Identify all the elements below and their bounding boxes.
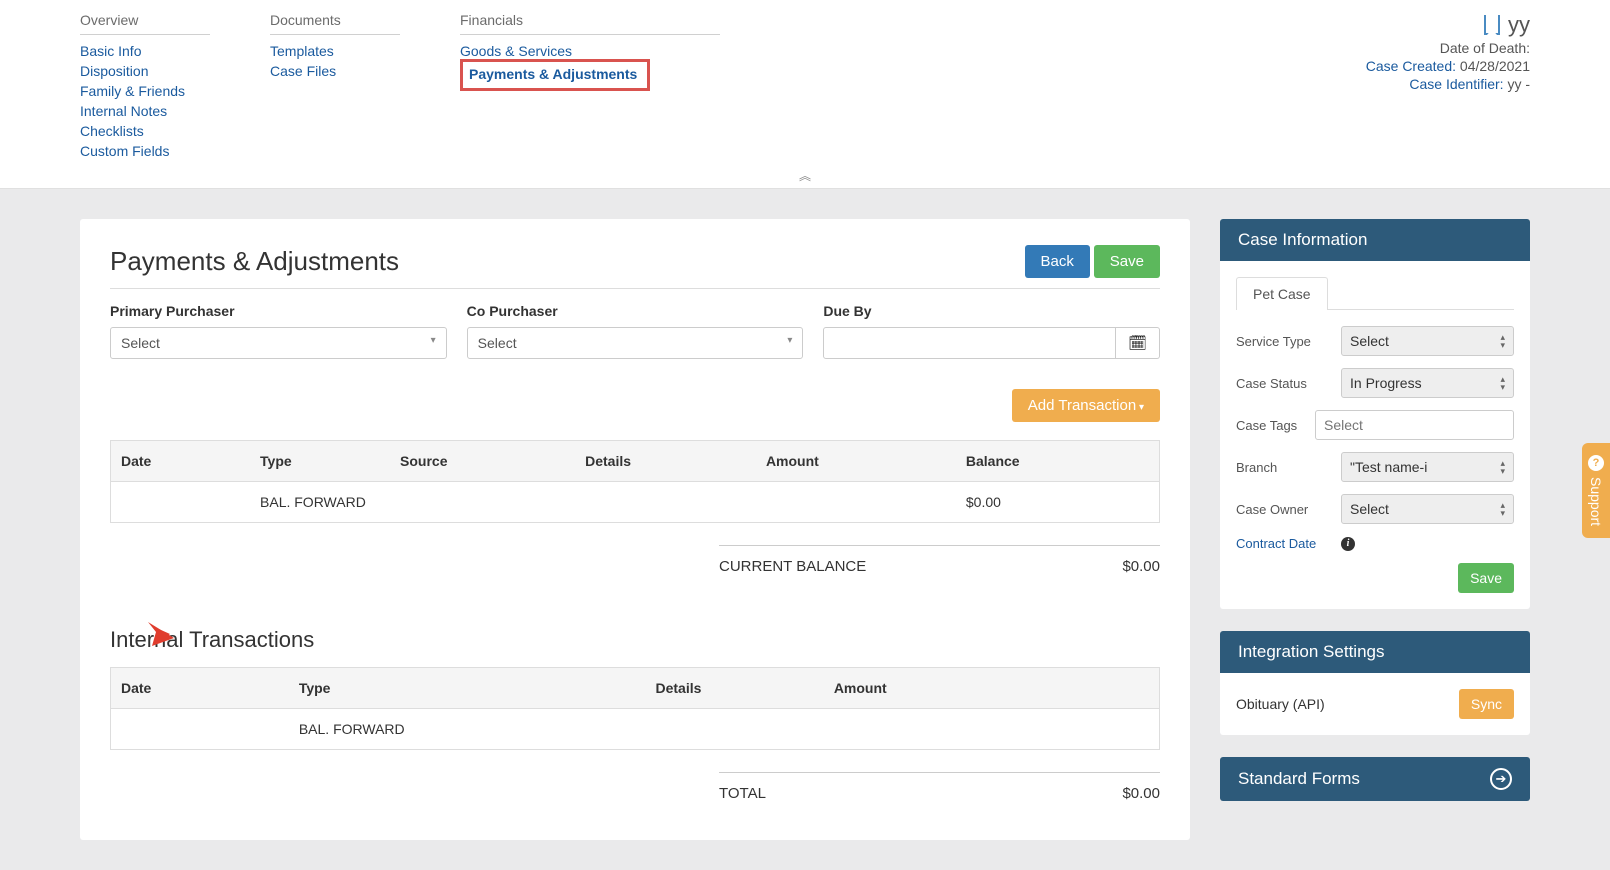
tab-pet-case[interactable]: Pet Case — [1236, 277, 1328, 310]
dod-label: Date of Death: — [1440, 40, 1530, 56]
due-by-input[interactable] — [823, 327, 1116, 359]
th-type: Type — [250, 441, 390, 482]
support-label: Support — [1588, 477, 1604, 526]
case-tags-label: Case Tags — [1236, 418, 1305, 433]
case-name: yy — [1508, 12, 1530, 38]
table-row: BAL. FORWARD — [111, 709, 1160, 750]
nav-case-files[interactable]: Case Files — [270, 61, 400, 81]
case-status-select[interactable]: In Progress▴▾ — [1341, 368, 1514, 398]
nav-header-documents: Documents — [270, 12, 400, 35]
case-owner-select[interactable]: Select▴▾ — [1341, 494, 1514, 524]
nav-disposition[interactable]: Disposition — [80, 61, 210, 81]
created-value: 04/28/2021 — [1460, 58, 1530, 74]
nav-col-overview: Overview Basic Info Disposition Family &… — [80, 12, 210, 161]
main-panel: Payments & Adjustments Back Save Primary… — [80, 219, 1190, 840]
branch-select[interactable]: "Test name-i▴▾ — [1341, 452, 1514, 482]
service-type-select[interactable]: Select▴▾ — [1341, 326, 1514, 356]
cell-type: BAL. FORWARD — [250, 482, 390, 523]
case-summary: yy Date of Death: Case Created: 04/28/20… — [1366, 12, 1530, 92]
integration-box: Integration Settings Obituary (API) Sync — [1220, 631, 1530, 735]
cell-balance: $0.00 — [956, 482, 1160, 523]
id-value: yy - — [1507, 76, 1530, 92]
nav-basic-info[interactable]: Basic Info — [80, 41, 210, 61]
case-info-save-button[interactable]: Save — [1458, 563, 1514, 593]
current-balance-label: CURRENT BALANCE — [719, 558, 866, 575]
nav-goods-services[interactable]: Goods & Services — [460, 41, 720, 61]
calendar-icon[interactable]: 🗓 — [1116, 327, 1160, 359]
nav-payments-adjustments[interactable]: Payments & Adjustments — [469, 64, 637, 84]
total-value: $0.00 — [1122, 785, 1160, 802]
icell-type: BAL. FORWARD — [289, 709, 646, 750]
th-details: Details — [575, 441, 756, 482]
nav-header-financials: Financials — [460, 12, 720, 35]
case-owner-label: Case Owner — [1236, 502, 1331, 517]
ith-details: Details — [645, 668, 823, 709]
back-button[interactable]: Back — [1025, 245, 1090, 278]
co-purchaser-label: Co Purchaser — [467, 303, 804, 319]
save-button[interactable]: Save — [1094, 245, 1160, 278]
obituary-api-label: Obituary (API) — [1236, 696, 1325, 712]
nav-family-friends[interactable]: Family & Friends — [80, 81, 210, 101]
current-balance-value: $0.00 — [1122, 558, 1160, 575]
total-label: TOTAL — [719, 785, 766, 802]
contract-date-link[interactable]: Contract Date — [1236, 536, 1331, 551]
page-title: Payments & Adjustments — [110, 246, 399, 277]
created-label: Case Created: — [1366, 58, 1456, 74]
nav-col-documents: Documents Templates Case Files — [270, 12, 400, 161]
table-row: BAL. FORWARD $0.00 — [111, 482, 1160, 523]
collapse-toggle[interactable]: ︽ — [80, 161, 1530, 188]
ith-date: Date — [111, 668, 289, 709]
nav-templates[interactable]: Templates — [270, 41, 400, 61]
arrow-right-icon[interactable]: ➔ — [1490, 768, 1512, 790]
internal-transactions-table: Date Type Details Amount BAL. FORWARD — [110, 667, 1160, 750]
integration-header: Integration Settings — [1220, 631, 1530, 673]
sync-button[interactable]: Sync — [1459, 689, 1514, 719]
co-purchaser-select[interactable]: Select — [467, 327, 804, 359]
case-info-header: Case Information — [1220, 219, 1530, 261]
id-label: Case Identifier: — [1409, 76, 1503, 92]
question-icon: ? — [1588, 455, 1604, 471]
info-icon[interactable]: i — [1341, 537, 1355, 551]
th-amount: Amount — [756, 441, 956, 482]
primary-purchaser-label: Primary Purchaser — [110, 303, 447, 319]
nav-header-overview: Overview — [80, 12, 210, 35]
bookmark-icon[interactable] — [1484, 15, 1500, 35]
nav-custom-fields[interactable]: Custom Fields — [80, 141, 210, 161]
primary-purchaser-select[interactable]: Select — [110, 327, 447, 359]
nav-checklists[interactable]: Checklists — [80, 121, 210, 141]
standard-forms-label: Standard Forms — [1238, 769, 1360, 789]
nav-col-financials: Financials Goods & Services Payments & A… — [460, 12, 720, 161]
ith-type: Type — [289, 668, 646, 709]
ith-amount: Amount — [824, 668, 1160, 709]
case-info-box: Case Information Pet Case Service Type S… — [1220, 219, 1530, 609]
internal-transactions-title: Internal Transactions — [110, 627, 1160, 653]
top-nav-section: Overview Basic Info Disposition Family &… — [0, 0, 1610, 189]
annotation-arrow-icon — [122, 614, 178, 650]
th-source: Source — [390, 441, 575, 482]
due-by-label: Due By — [823, 303, 1160, 319]
th-balance: Balance — [956, 441, 1160, 482]
service-type-label: Service Type — [1236, 334, 1331, 349]
transactions-table: Date Type Source Details Amount Balance … — [110, 440, 1160, 523]
standard-forms-box: Standard Forms ➔ — [1220, 757, 1530, 801]
support-tab[interactable]: ? Support — [1582, 443, 1610, 538]
standard-forms-header[interactable]: Standard Forms ➔ — [1220, 757, 1530, 801]
case-tags-input[interactable] — [1315, 410, 1514, 440]
case-status-label: Case Status — [1236, 376, 1331, 391]
th-date: Date — [111, 441, 251, 482]
branch-label: Branch — [1236, 460, 1331, 475]
nav-internal-notes[interactable]: Internal Notes — [80, 101, 210, 121]
add-transaction-button[interactable]: Add Transaction — [1012, 389, 1160, 422]
nav-payments-highlight: Payments & Adjustments — [460, 59, 650, 91]
